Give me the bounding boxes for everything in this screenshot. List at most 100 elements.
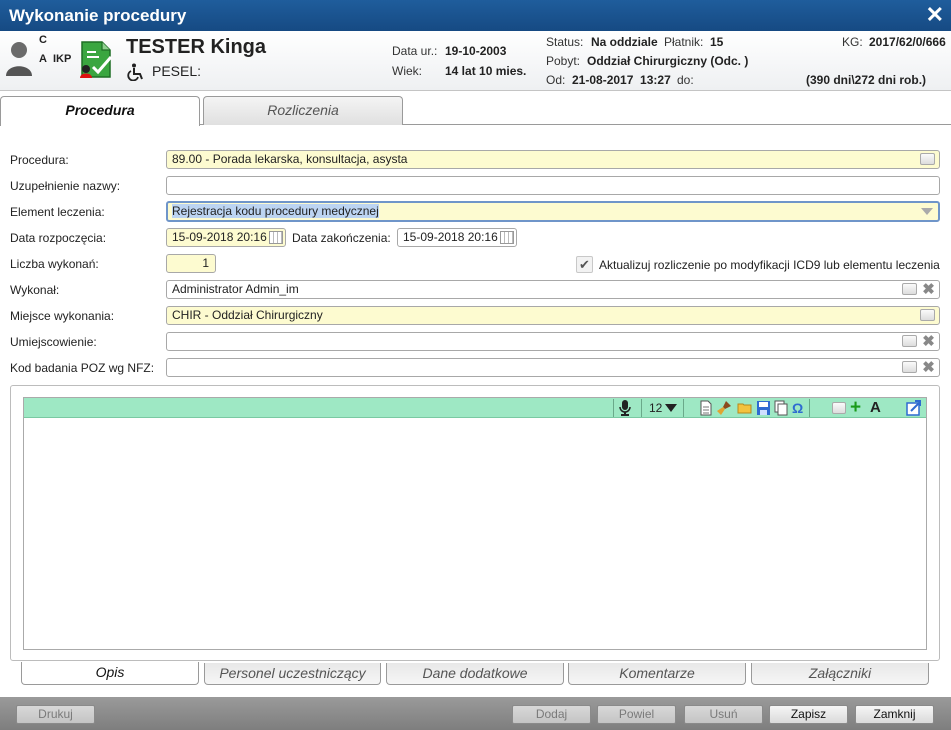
kod-poz-picker-button[interactable] [902,361,917,373]
miejsce-picker-button[interactable] [920,309,935,321]
tab-dane-dodatkowe[interactable]: Dane dodatkowe [386,663,564,685]
toolbar-separator [683,399,684,417]
template-icon[interactable] [832,402,846,414]
end-date-value: 15-09-2018 20:16 [403,230,498,244]
new-document-icon[interactable] [700,400,712,416]
main-tabs: Procedura Rozliczenia [0,96,951,126]
end-date-label: Data zakończenia: [292,231,391,245]
close-button[interactable]: Zamknij [855,705,934,724]
chevron-down-icon[interactable] [921,208,933,215]
start-date-field[interactable]: 15-09-2018 20:16 [166,228,286,247]
patient-header: C A IKP TESTER Kinga PESEL: Data ur.: 19… [0,31,951,91]
tab-komentarze[interactable]: Komentarze [568,663,746,685]
clear-brush-icon[interactable] [716,400,732,416]
wheelchair-icon [127,63,143,81]
payer-value: 15 [710,35,724,49]
wykonal-picker-button[interactable] [902,283,917,295]
footer-bar: Drukuj Dodaj Powiel Usuń Zapisz Zamknij [0,697,951,730]
tab-personel[interactable]: Personel uczestniczący [204,663,381,685]
duplicate-button[interactable]: Powiel [597,705,676,724]
stay-label: Pobyt: [546,54,581,68]
open-folder-icon[interactable] [737,400,753,416]
calendar-icon[interactable] [500,231,514,244]
save-icon[interactable] [756,400,771,416]
tab-procedura[interactable]: Procedura [0,96,200,126]
tab-zalaczniki[interactable]: Załączniki [751,663,929,685]
font-size-select[interactable]: 12 [649,400,662,416]
umiejscowienie-label: Umiejscowienie: [10,335,97,349]
editor-toolbar: 12 Ω + A [24,398,926,418]
age-value: 14 lat 10 mies. [445,64,527,78]
tab-opis[interactable]: Opis [21,662,199,685]
description-editor[interactable]: 12 Ω + A [23,397,927,650]
procedura-field[interactable]: 89.00 - Porada lekarska, konsultacja, as… [166,150,940,169]
uzupelnienie-input[interactable] [166,176,940,195]
flag-c: C [39,34,47,46]
uzupelnienie-label: Uzupełnienie nazwy: [10,179,121,193]
document-check-icon[interactable] [78,39,114,79]
tab-rozliczenia[interactable]: Rozliczenia [203,96,403,125]
stay-value: Oddział Chirurgiczny (Odc. ) [587,54,749,68]
to-label: do: [677,73,694,87]
toolbar-separator [641,399,642,417]
payer-label: Płatnik: [664,35,704,49]
font-size-chevron-icon[interactable] [665,404,677,412]
wykonal-value: Administrator Admin_im [172,282,299,296]
update-settlement-checkbox[interactable]: ✔ [576,256,593,273]
miejsce-label: Miejsce wykonania: [10,309,115,323]
font-icon[interactable]: A [870,400,881,416]
title-bar: Wykonanie procedury ✕ [0,0,951,31]
status-value: Na oddziale [591,35,658,49]
wykonal-label: Wykonał: [10,283,60,297]
update-settlement-label: Aktualizuj rozliczenie po modyfikacji IC… [599,258,940,272]
close-icon[interactable]: ✕ [926,3,944,27]
from-label: Od: [546,73,566,87]
element-select[interactable]: Rejestracja kodu procedury medycznej [166,201,940,222]
calendar-icon[interactable] [269,231,283,244]
element-value: Rejestracja kodu procedury medycznej [172,204,379,218]
status-label: Status: [546,35,584,49]
toolbar-separator [613,399,614,417]
kg-label: KG: [842,35,863,49]
umiejscowienie-field[interactable]: ✖ [166,332,940,351]
kod-poz-field[interactable]: ✖ [166,358,940,377]
pesel-label: PESEL: [152,63,202,79]
procedura-label: Procedura: [10,153,69,167]
start-date-label: Data rozpoczęcia: [10,231,107,245]
miejsce-value: CHIR - Oddział Chirurgiczny [172,308,323,322]
miejsce-field[interactable]: CHIR - Oddział Chirurgiczny [166,306,940,325]
patient-avatar-icon [6,42,32,76]
save-button[interactable]: Zapisz [769,705,848,724]
print-button[interactable]: Drukuj [16,705,95,724]
procedura-value: 89.00 - Porada lekarska, konsultacja, as… [172,152,408,166]
toolbar-separator [809,399,810,417]
days-value: (390 dni\272 dni rob.) [806,73,927,87]
kg-value: 2017/62/0/666 [869,35,946,49]
end-date-field[interactable]: 15-09-2018 20:16 [397,228,517,247]
count-input[interactable]: 1 [166,254,216,273]
clear-icon[interactable]: ✖ [921,360,936,375]
clear-icon[interactable]: ✖ [921,282,936,297]
age-label: Wiek: [392,64,422,78]
patient-name: TESTER Kinga [126,36,267,58]
delete-button[interactable]: Usuń [684,705,763,724]
external-edit-icon[interactable] [906,400,921,416]
from-value: 21-08-2017 13:27 [572,73,671,87]
add-button[interactable]: Dodaj [512,705,591,724]
count-label: Liczba wykonań: [10,257,99,271]
start-date-value: 15-09-2018 20:16 [172,230,267,244]
wykonal-field[interactable]: Administrator Admin_im ✖ [166,280,940,299]
procedura-picker-button[interactable] [920,153,935,165]
kod-poz-label: Kod badania POZ wg NFZ: [10,361,155,375]
flag-ikp: IKP [53,53,72,65]
flag-a: A [39,53,47,65]
copy-icon[interactable] [774,400,788,416]
add-icon[interactable]: + [850,398,861,417]
omega-icon[interactable]: Ω [792,400,803,416]
microphone-icon[interactable] [618,400,632,416]
clear-icon[interactable]: ✖ [921,334,936,349]
element-label: Element leczenia: [10,205,105,219]
umiejscowienie-picker-button[interactable] [902,335,917,347]
birth-date-value: 19-10-2003 [445,44,507,58]
window-title: Wykonanie procedury [9,6,187,25]
